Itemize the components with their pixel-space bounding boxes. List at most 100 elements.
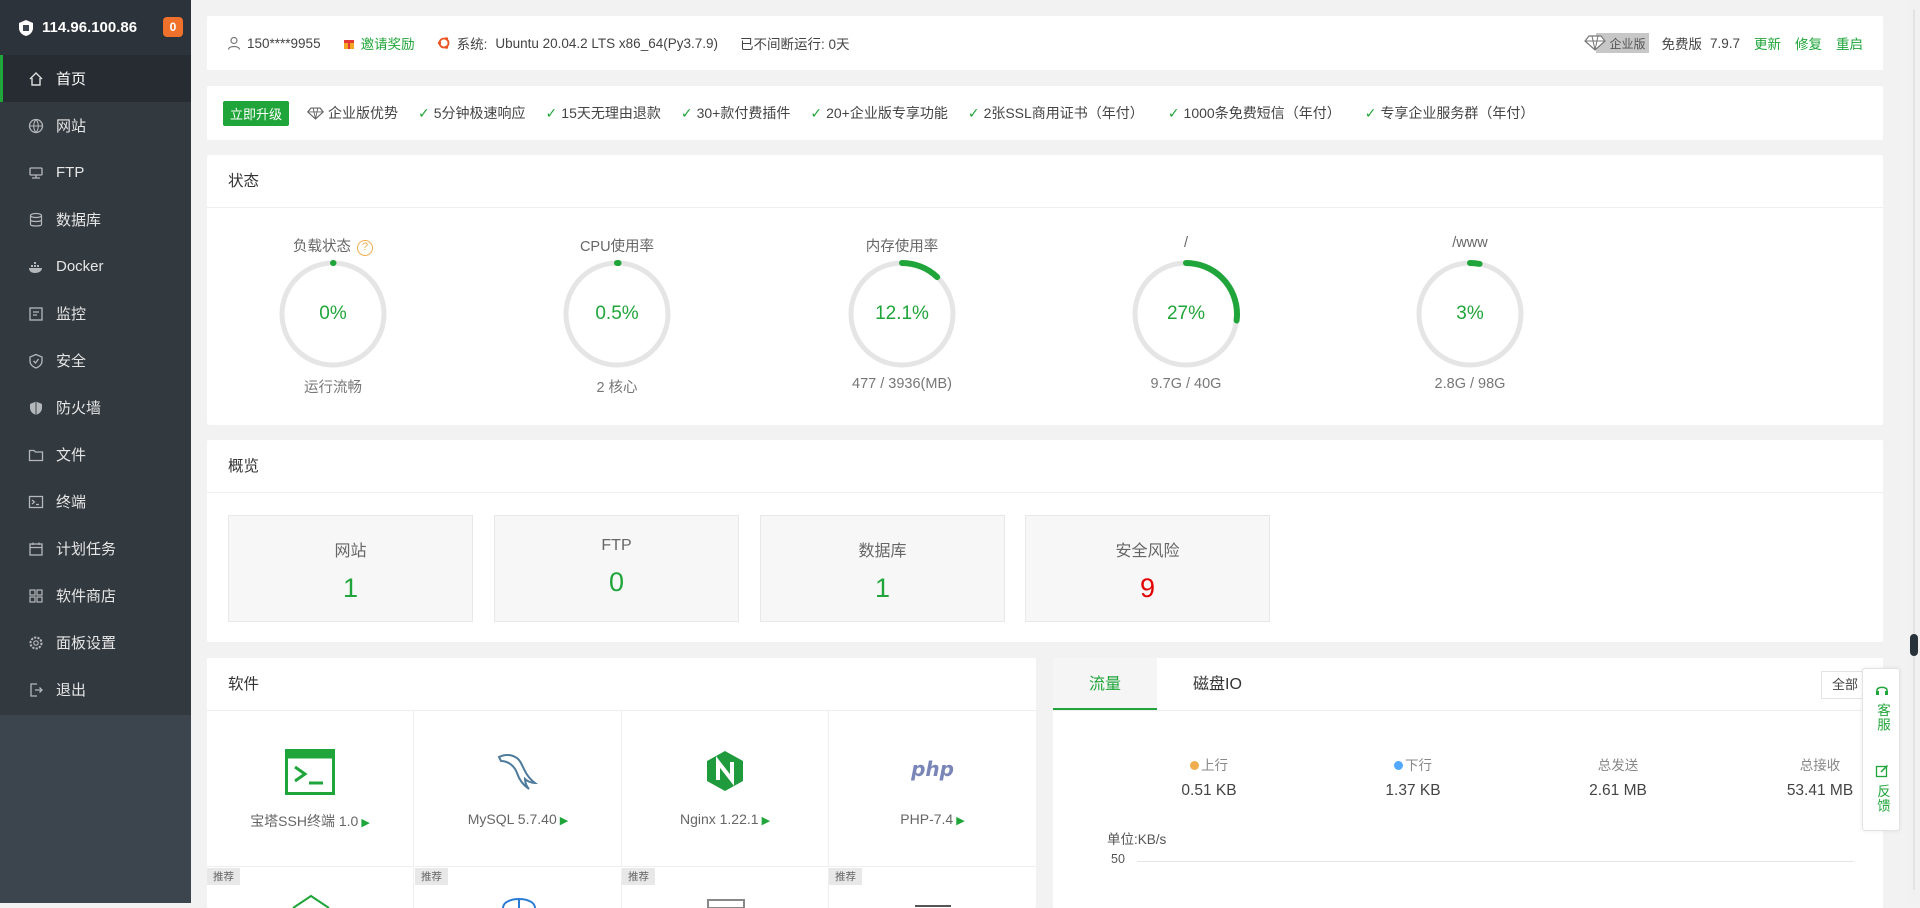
- enterprise-badge[interactable]: 企业版: [1584, 33, 1650, 53]
- terminal-icon: [207, 749, 413, 795]
- globe-app-icon: [502, 898, 536, 908]
- traffic-label: 总发送: [1597, 758, 1639, 773]
- traffic-value: 53.41 MB: [1786, 782, 1854, 799]
- calendar-icon: [28, 541, 44, 557]
- sidebar-item-ftp[interactable]: FTP: [0, 149, 191, 196]
- overview-website[interactable]: 网站 1: [228, 515, 473, 622]
- user-icon: [227, 36, 241, 50]
- software-name-text: PHP-7.4: [900, 811, 954, 827]
- feedback-label: 反馈: [1875, 784, 1890, 813]
- system-value: Ubuntu 20.04.2 LTS x86_64(Py3.7.9): [495, 35, 718, 51]
- chart-unit: 单位:KB/s: [1107, 832, 1167, 847]
- sidebar-item-label: 软件商店: [56, 588, 117, 605]
- sidebar-item-website[interactable]: 网站: [0, 102, 191, 149]
- monitor-icon: [28, 306, 44, 322]
- recommended-item[interactable]: 推荐: [622, 868, 829, 908]
- docker-icon: [28, 259, 44, 275]
- play-icon[interactable]: ▶: [361, 817, 369, 829]
- update-link[interactable]: 更新: [1754, 33, 1781, 53]
- software-name-text: Nginx 1.22.1: [679, 811, 759, 827]
- play-icon[interactable]: ▶: [762, 815, 770, 827]
- check-icon: ✓: [1167, 104, 1180, 121]
- sidebar-item-firewall[interactable]: 防火墙: [0, 384, 191, 431]
- tab-traffic[interactable]: 流量: [1053, 658, 1158, 710]
- message-badge[interactable]: 0: [163, 17, 183, 37]
- software-item[interactable]: php PHP-7.4 ▶: [829, 711, 1036, 867]
- sidebar-item-store[interactable]: 软件商店: [0, 572, 191, 619]
- recommended-item[interactable]: 推荐: [829, 868, 1036, 908]
- tab-disk-io[interactable]: 磁盘IO: [1157, 658, 1278, 710]
- feature-label: 15天无理由退款: [561, 105, 661, 121]
- version-number: 7.9.7: [1709, 35, 1740, 51]
- sidebar-item-cron[interactable]: 计划任务: [0, 525, 191, 572]
- headset-icon: [1876, 686, 1888, 695]
- software-item[interactable]: 宝塔SSH终端 1.0 ▶: [207, 711, 414, 867]
- server-header[interactable]: 114.96.100.86 0: [0, 0, 191, 55]
- sidebar-item-files[interactable]: 文件: [0, 431, 191, 478]
- overview-database[interactable]: 数据库 1: [760, 515, 1005, 622]
- software-name-text: 宝塔SSH终端 1.0: [250, 813, 359, 829]
- repair-link[interactable]: 修复: [1795, 33, 1822, 53]
- sidebar-item-label: 面板设置: [56, 635, 117, 652]
- sidebar-item-database[interactable]: 数据库: [0, 196, 191, 243]
- sidebar-item-settings[interactable]: 面板设置: [0, 619, 191, 666]
- terminal-icon: [28, 494, 44, 510]
- restart-link[interactable]: 重启: [1836, 33, 1863, 53]
- traffic-total-received: 总接收 53.41 MB: [1720, 754, 1883, 800]
- software-title: 软件: [207, 658, 1036, 711]
- feedback-button[interactable]: 反馈: [1863, 764, 1901, 813]
- gauge-value: 0%: [319, 303, 347, 324]
- user-info[interactable]: 150****9955: [227, 36, 321, 51]
- gauge-label-text: 负载状态: [293, 239, 351, 255]
- app-icon: [915, 905, 951, 907]
- scrollbar-thumb[interactable]: [1910, 634, 1918, 656]
- sidebar-item-docker[interactable]: Docker: [0, 243, 191, 290]
- globe-icon: [28, 118, 44, 134]
- recommended-item[interactable]: 推荐: [207, 868, 414, 908]
- traffic-label-text: 上行: [1201, 758, 1228, 773]
- software-item[interactable]: Nginx 1.22.1 ▶: [622, 711, 829, 867]
- sidebar-item-terminal[interactable]: 终端: [0, 478, 191, 525]
- folder-icon: [28, 447, 44, 463]
- feature-item: ✓ 2张SSL商用证书（年付）: [968, 103, 1144, 123]
- page-scrollbar[interactable]: [1908, 0, 1920, 903]
- system-info: 系统: Ubuntu 20.04.2 LTS x86_64(Py3.7.9): [437, 33, 718, 53]
- software-name: PHP-7.4 ▶: [829, 811, 1036, 827]
- version-group: 企业版 免费版 7.9.7 更新 修复 重启: [1584, 33, 1863, 53]
- feature-label: 专享企业服务群（年付）: [1380, 105, 1535, 121]
- upgrade-now-button[interactable]: 立即升级: [223, 100, 290, 126]
- check-icon: ✓: [418, 104, 430, 121]
- gauge-label: /www: [1452, 235, 1488, 251]
- play-icon[interactable]: ▶: [956, 815, 964, 827]
- download-dot: [1394, 761, 1403, 770]
- gauge-value: 0.5%: [595, 303, 639, 324]
- traffic-value: 1.37 KB: [1385, 782, 1441, 799]
- help-icon[interactable]: ?: [357, 240, 373, 256]
- gauge-value: 3%: [1456, 303, 1484, 324]
- enterprise-advantage[interactable]: 企业版优势: [307, 103, 398, 123]
- software-item[interactable]: MySQL 5.7.40 ▶: [415, 711, 622, 867]
- overview-label: FTP: [601, 537, 632, 554]
- play-icon[interactable]: ▶: [560, 815, 568, 827]
- sidebar-item-label: 退出: [56, 682, 87, 699]
- gear-icon: [28, 635, 44, 651]
- check-icon: ✓: [810, 104, 823, 121]
- sidebar-item-home[interactable]: 首页: [0, 55, 191, 102]
- sidebar-item-logout[interactable]: 退出: [0, 666, 191, 713]
- sidebar-item-security[interactable]: 安全: [0, 337, 191, 384]
- recommend-tag: 推荐: [415, 868, 448, 885]
- invite-reward-link[interactable]: 邀请奖励: [343, 33, 415, 53]
- top-info-bar: 150****9955 邀请奖励 系统: Ubuntu 20.04.2 LTS …: [207, 16, 1883, 70]
- sidebar-item-monitor[interactable]: 监控: [0, 290, 191, 337]
- overview-security-risk[interactable]: 安全风险 9: [1025, 515, 1270, 622]
- gauge-value: 12.1%: [875, 303, 929, 324]
- traffic-total-sent: 总发送 2.61 MB: [1518, 754, 1718, 800]
- feature-item: ✓ 5分钟极速响应: [418, 103, 526, 123]
- recommend-tag: 推荐: [829, 868, 862, 885]
- feature-item: ✓ 30+款付费插件: [681, 103, 790, 123]
- database-icon: [28, 212, 44, 228]
- recommended-item[interactable]: 推荐: [415, 868, 622, 908]
- nginx-icon: [622, 749, 828, 793]
- customer-service-button[interactable]: 客服: [1863, 683, 1901, 732]
- overview-ftp[interactable]: FTP 0: [494, 515, 739, 622]
